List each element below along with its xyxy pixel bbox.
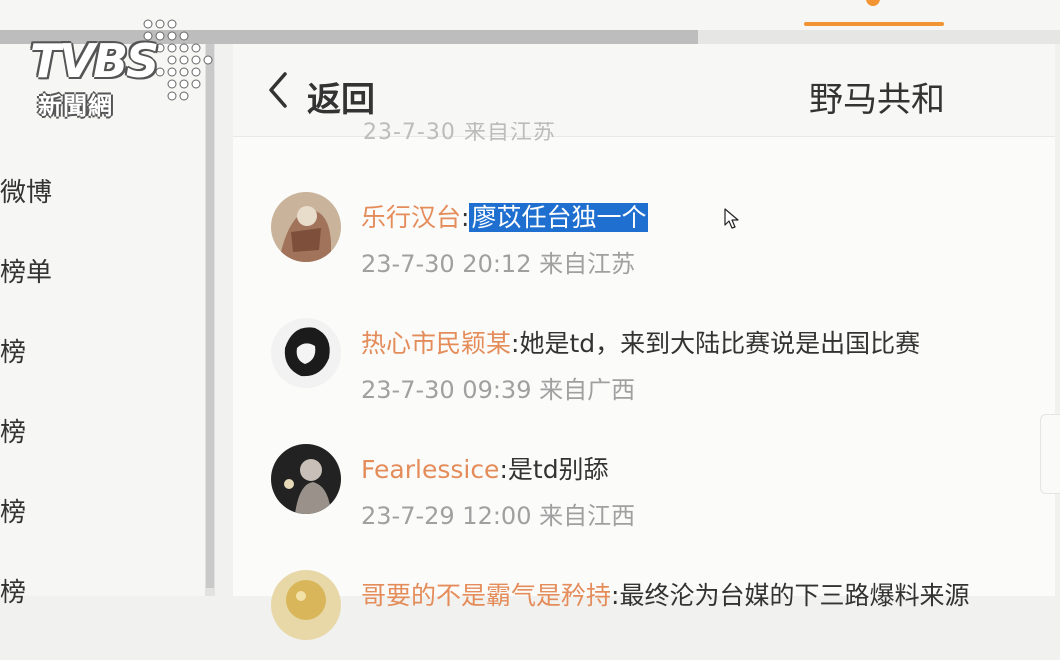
- sidebar-item[interactable]: 榜: [0, 412, 26, 449]
- comment-source: 来自江西: [539, 502, 636, 530]
- comments-panel: 返回 野马共和 23-7-30 来自江苏 乐行汉台:廖苡任台独一个 23-7-3…: [233, 44, 1055, 640]
- comment-item: 哥要的不是霸气是矜持:最终沦为台媒的下三路爆料来源: [271, 570, 1031, 660]
- comment-line: 哥要的不是霸气是矜持:最终沦为台媒的下三路爆料来源: [361, 576, 969, 612]
- comment-separator: :: [499, 455, 508, 484]
- comment-username[interactable]: Fearlessice: [361, 455, 499, 484]
- logo-subtitle: 新聞網: [38, 92, 113, 120]
- comment-source: 来自广西: [539, 376, 636, 404]
- comment-meta: 23-7-30 20:12 来自江苏: [361, 244, 635, 279]
- sidebar-item[interactable]: 榜: [0, 492, 26, 529]
- comment-item: 乐行汉台:廖苡任台独一个 23-7-30 20:12 来自江苏: [271, 192, 1031, 282]
- sidebar-item[interactable]: 榜单: [0, 252, 52, 289]
- comment-meta: 23-7-30 09:39 来自广西: [361, 370, 635, 405]
- sidebar-item[interactable]: 榜: [0, 332, 26, 369]
- mouse-pointer-icon: [724, 208, 739, 229]
- chevron-left-icon[interactable]: [265, 70, 295, 110]
- comment-username[interactable]: 乐行汉台: [361, 203, 461, 232]
- comment-item: Fearlessice:是td别舔 23-7-29 12:00 来自江西: [271, 444, 1031, 534]
- avatar[interactable]: [271, 570, 341, 640]
- comment-text-selected: 廖苡任台独一个: [469, 203, 649, 232]
- comment-time: 23-7-29 12:00: [361, 502, 532, 530]
- active-tab-underline: [804, 22, 944, 26]
- comment-item: 热心市民颖某:她是td，来到大陆比赛说是出国比赛 23-7-30 09:39 来…: [271, 318, 1031, 408]
- left-sidebar: 微博 榜单 榜 榜 榜 榜: [0, 44, 205, 608]
- sidebar-item[interactable]: 榜: [0, 572, 26, 609]
- comment-source: 来自江苏: [539, 250, 636, 278]
- avatar[interactable]: [271, 192, 341, 262]
- tvbs-logo: TVBS 新聞網: [26, 14, 216, 120]
- side-drawer-handle[interactable]: [1040, 414, 1060, 494]
- page-title: 野马共和: [809, 80, 945, 120]
- sidebar-scrollbar-thumb[interactable]: [206, 44, 214, 588]
- comment-line: Fearlessice:是td别舔: [361, 450, 609, 486]
- comment-time: 23-7-30 09:39: [361, 376, 532, 404]
- back-button[interactable]: 返回: [307, 72, 375, 121]
- panel-header: 返回 野马共和: [233, 44, 1055, 137]
- comment-text: 她是td，来到大陆比赛说是出国比赛: [519, 329, 921, 358]
- avatar[interactable]: [271, 444, 341, 514]
- logo-brand: TVBS: [30, 34, 159, 88]
- avatar[interactable]: [271, 318, 341, 388]
- comment-meta: 23-7-29 12:00 来自江西: [361, 496, 635, 531]
- sidebar-item[interactable]: 微博: [0, 172, 52, 209]
- comment-line: 乐行汉台:廖苡任台独一个: [361, 198, 649, 234]
- horizontal-scrollbar-track[interactable]: [698, 30, 1060, 44]
- comment-line: 热心市民颖某:她是td，来到大陆比赛说是出国比赛: [361, 324, 920, 360]
- comment-text: 是td别舔: [507, 455, 609, 484]
- comment-time: 23-7-30 20:12: [361, 250, 532, 278]
- comment-username[interactable]: 热心市民颖某: [361, 329, 511, 358]
